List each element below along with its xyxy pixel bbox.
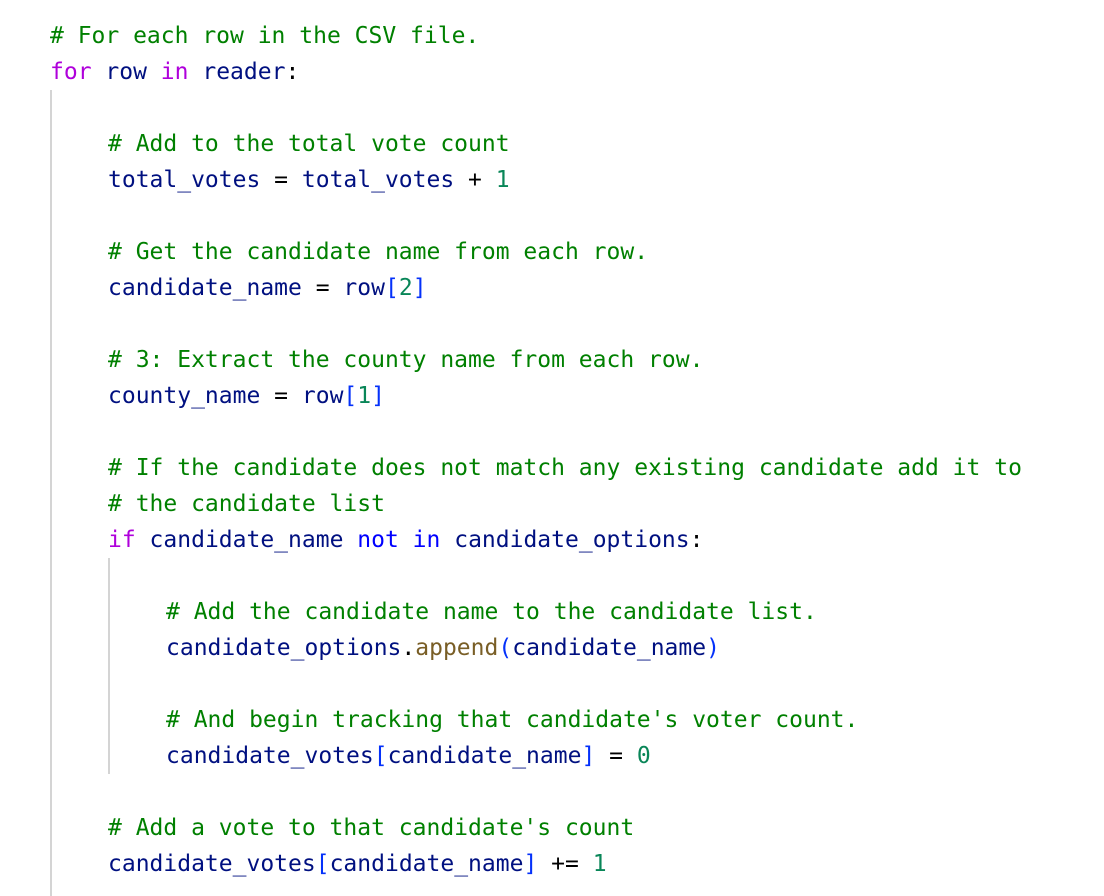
code-token: in (160, 59, 189, 85)
code-token: ) (706, 635, 720, 661)
code-token: ] (581, 743, 596, 769)
code-token: [ (343, 383, 358, 409)
code-token: for (50, 59, 92, 85)
code-token: total_votes (301, 167, 455, 193)
code-token: ] (523, 851, 538, 877)
code-token: candidate_name (329, 851, 524, 877)
code-token: candidate_name (135, 527, 358, 553)
code-token: += (537, 851, 593, 877)
code-line[interactable]: if candidate_name not in candidate_optio… (108, 522, 703, 558)
code-token: candidate_name (512, 635, 707, 661)
code-token: 0 (636, 743, 651, 769)
code-token: append (415, 635, 499, 661)
code-token: not (357, 527, 399, 553)
code-token: . (401, 635, 416, 661)
code-line[interactable]: # Get the candidate name from each row. (108, 234, 648, 270)
code-line[interactable]: # And begin tracking that candidate's vo… (166, 702, 858, 738)
code-token: candidate_votes (108, 851, 316, 877)
code-token: candidate_options (166, 635, 402, 661)
code-token: candidate_name (387, 743, 582, 769)
code-token: ( (498, 635, 513, 661)
code-line[interactable]: candidate_votes[candidate_name] = 0 (166, 738, 651, 774)
code-line[interactable]: total_votes = total_votes + 1 (108, 162, 510, 198)
code-token: # Add the candidate name to the candidat… (166, 599, 817, 625)
code-line[interactable]: # Add the candidate name to the candidat… (166, 594, 817, 630)
code-line[interactable]: # the candidate list (108, 486, 385, 522)
code-line[interactable]: for row in reader: (50, 54, 299, 90)
code-token: if (108, 527, 136, 553)
code-line[interactable]: # For each row in the CSV file. (50, 18, 479, 54)
code-token: candidate_votes (166, 743, 374, 769)
code-token: row (301, 383, 344, 409)
code-token: : (285, 59, 300, 85)
code-token: # 3: Extract the county name from each r… (108, 347, 704, 373)
code-token: = (301, 275, 344, 301)
indent-guide-for-block (50, 90, 52, 896)
code-token: [ (315, 851, 330, 877)
indent-guide-if-block (108, 558, 110, 774)
code-token: [ (384, 275, 399, 301)
code-token: county_name (108, 383, 261, 409)
code-token: = (595, 743, 637, 769)
code-token: = (260, 383, 302, 409)
code-line[interactable]: # Add a vote to that candidate's count (108, 810, 634, 846)
code-token: in (412, 527, 441, 553)
code-token: 1 (357, 383, 372, 409)
code-token: # Get the candidate name from each row. (108, 239, 649, 265)
code-token: # Add a vote to that candidate's count (108, 815, 635, 841)
code-line[interactable]: # 3: Extract the county name from each r… (108, 342, 703, 378)
code-token: ] (412, 275, 427, 301)
code-token: total_votes (108, 167, 261, 193)
code-line[interactable]: # If the candidate does not match any ex… (108, 450, 1022, 486)
code-token: reader (188, 59, 286, 85)
code-line[interactable]: candidate_options.append(candidate_name) (166, 630, 720, 666)
code-token: 1 (592, 851, 607, 877)
code-token: candidate_options (440, 527, 690, 553)
code-token: : (689, 527, 704, 553)
code-token: = (260, 167, 302, 193)
code-token: # Add to the total vote count (108, 131, 510, 157)
code-token: # If the candidate does not match any ex… (108, 455, 1022, 481)
code-token: row (91, 59, 161, 85)
code-token: # And begin tracking that candidate's vo… (166, 707, 859, 733)
code-token: 2 (398, 275, 413, 301)
code-line[interactable]: county_name = row[1] (108, 378, 385, 414)
code-line[interactable]: # Add to the total vote count (108, 126, 510, 162)
code-token: row (343, 275, 385, 301)
code-token: # the candidate list (108, 491, 385, 517)
code-token: # For each row in the CSV file. (50, 23, 480, 49)
code-token: [ (373, 743, 388, 769)
code-line[interactable]: candidate_name = row[2] (108, 270, 427, 306)
code-token: ] (371, 383, 385, 409)
code-token: 1 (495, 167, 510, 193)
code-line[interactable]: candidate_votes[candidate_name] += 1 (108, 846, 607, 882)
code-token: candidate_name (108, 275, 302, 301)
code-token: + (454, 167, 496, 193)
code-editor[interactable]: # For each row in the CSV file. for row i… (0, 0, 1104, 896)
